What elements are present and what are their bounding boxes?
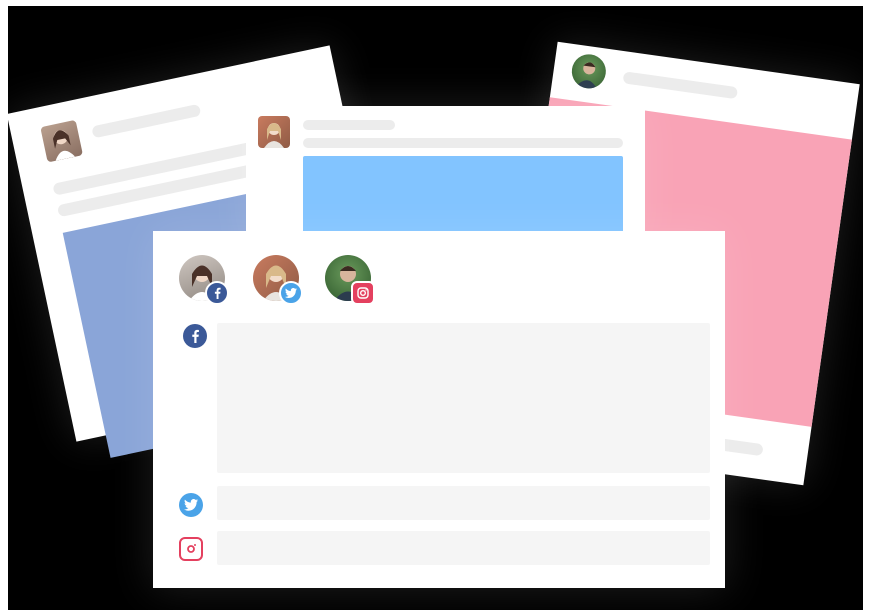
account-instagram[interactable] [325,255,375,305]
woman-blonde-avatar [258,116,290,148]
twitter-post-field[interactable] [217,486,710,520]
text-placeholder [303,138,623,148]
illustration-stage [8,6,863,610]
person-icon [52,130,76,161]
facebook-post-field[interactable] [217,323,710,473]
instagram-post-field[interactable] [217,531,710,565]
person-icon [264,123,284,148]
name-placeholder [622,71,739,100]
twitter-icon [179,493,203,517]
instagram-icon [179,537,203,561]
man-green-avatar [569,52,609,91]
composer-card [153,231,725,588]
twitter-icon [279,281,303,305]
name-placeholder [91,103,202,139]
facebook-icon [205,281,229,305]
woman-brunette-avatar [40,119,83,163]
back-middle-card [246,106,645,246]
name-placeholder [303,120,395,130]
facebook-icon [183,324,207,348]
instagram-icon [351,281,375,305]
account-twitter[interactable] [253,255,303,305]
account-facebook[interactable] [179,255,229,305]
person-icon [575,62,598,90]
